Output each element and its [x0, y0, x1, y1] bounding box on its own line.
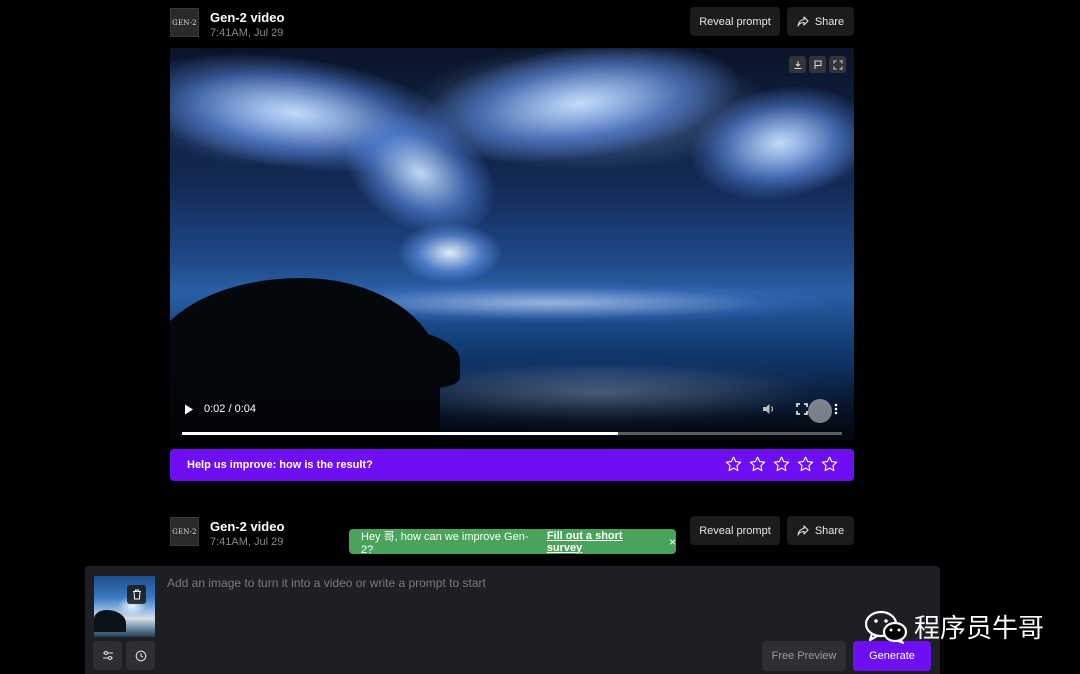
video-timestamp: 7:41AM, Jul 29 — [210, 27, 284, 39]
video-controls: 0:02 / 0:04 — [170, 395, 854, 425]
survey-link[interactable]: Fill out a short survey — [547, 530, 658, 554]
volume-icon[interactable] — [762, 403, 776, 415]
flag-icon[interactable] — [809, 56, 826, 73]
more-options-icon[interactable] — [834, 403, 838, 415]
free-preview-button[interactable]: Free Preview — [762, 641, 846, 671]
video-title: Gen-2 video — [210, 519, 285, 534]
play-icon[interactable] — [184, 404, 194, 415]
trash-icon[interactable] — [127, 585, 146, 604]
settings-button[interactable] — [93, 641, 122, 670]
share-button[interactable]: Share — [787, 7, 854, 36]
share-label: Share — [814, 15, 845, 28]
star-icon[interactable] — [796, 455, 814, 473]
star-icon[interactable] — [724, 455, 742, 473]
video-top-actions — [789, 56, 846, 73]
prompt-composer: Add an image to turn it into a video or … — [85, 566, 940, 674]
survey-toast: Hey 哥, how can we improve Gen-2? Fill ou… — [349, 529, 676, 556]
gen2-logo: GEN-2 — [170, 517, 199, 546]
prompt-input[interactable]: Add an image to turn it into a video or … — [167, 576, 486, 590]
video-player[interactable]: 0:02 / 0:04 — [170, 48, 854, 440]
gen2-logo: GEN-2 — [170, 8, 199, 37]
video-title: Gen-2 video — [210, 10, 285, 25]
card-header: GEN-2 Gen-2 video 7:41AM, Jul 29 Reveal … — [170, 7, 854, 52]
star-icon[interactable] — [772, 455, 790, 473]
expand-icon[interactable] — [829, 56, 846, 73]
reveal-prompt-button[interactable]: Reveal prompt — [690, 516, 780, 545]
feedback-banner: Help us improve: how is the result? — [170, 449, 854, 481]
share-button[interactable]: Share — [787, 516, 854, 545]
watermark-text: 程序员牛哥 — [914, 614, 1045, 644]
share-label: Share — [814, 524, 845, 537]
video-time-display: 0:02 / 0:04 — [204, 403, 256, 415]
star-icon[interactable] — [748, 455, 766, 473]
video-card-1: GEN-2 Gen-2 video 7:41AM, Jul 29 Reveal … — [170, 7, 854, 481]
star-icon[interactable] — [820, 455, 838, 473]
rating-stars — [724, 455, 838, 473]
wechat-icon — [864, 610, 908, 644]
video-progress-bar[interactable] — [182, 432, 842, 435]
reveal-prompt-button[interactable]: Reveal prompt — [690, 7, 780, 36]
uploaded-image-thumbnail[interactable] — [94, 576, 155, 637]
share-icon — [797, 525, 809, 536]
fullscreen-icon[interactable] — [796, 403, 808, 415]
sliders-icon — [102, 651, 113, 660]
video-timestamp: 7:41AM, Jul 29 — [210, 536, 284, 548]
history-button[interactable] — [126, 641, 155, 670]
generate-button[interactable]: Generate — [853, 641, 931, 671]
video-progress-fill — [182, 432, 618, 435]
close-icon[interactable]: × — [669, 535, 676, 549]
cursor-highlight — [808, 399, 832, 423]
clock-icon — [135, 650, 146, 661]
feedback-text: Help us improve: how is the result? — [187, 459, 373, 471]
toast-text: Hey 哥, how can we improve Gen-2? — [361, 530, 529, 556]
download-icon[interactable] — [789, 56, 806, 73]
wechat-watermark: 程序员牛哥 — [864, 608, 1044, 645]
share-icon — [797, 16, 809, 27]
